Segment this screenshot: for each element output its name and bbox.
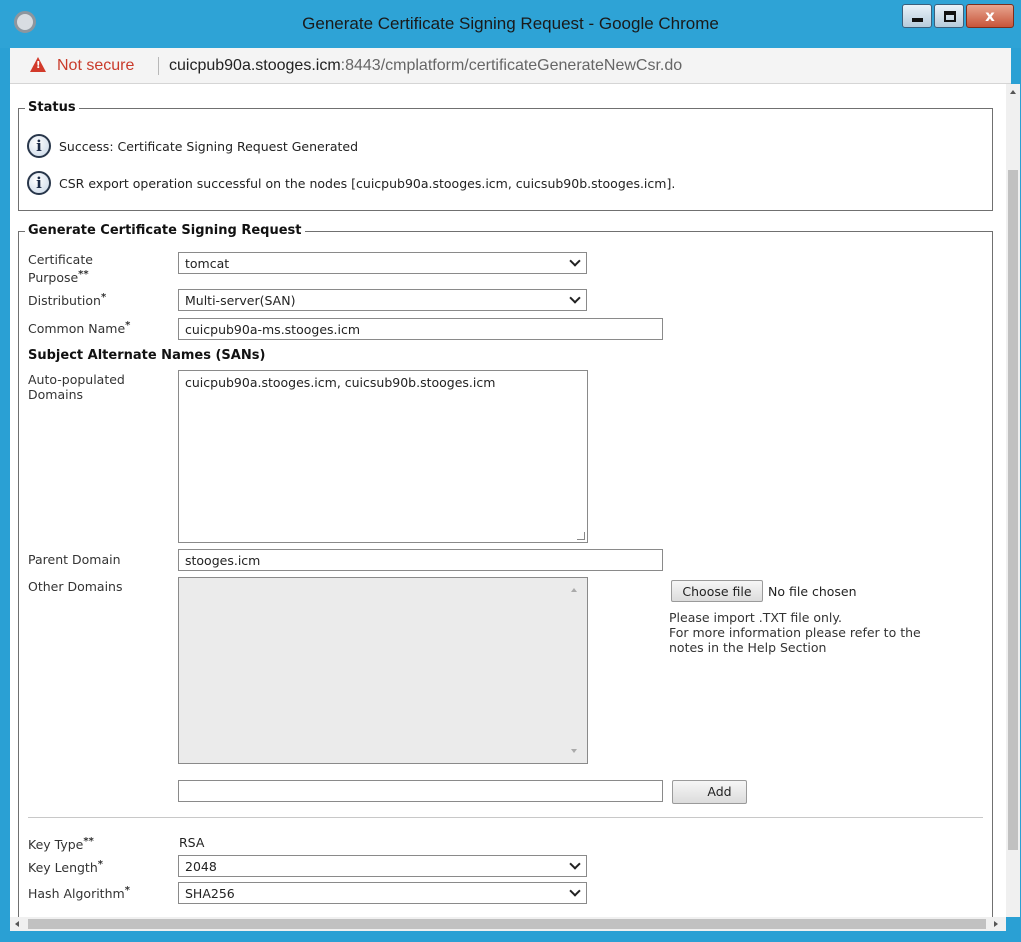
warning-icon[interactable] (30, 57, 46, 72)
hash-algorithm-label: Hash Algorithm* (28, 885, 130, 902)
scroll-right-icon[interactable] (994, 921, 998, 927)
choose-file-button[interactable]: Choose file (671, 580, 763, 602)
hash-algorithm-select[interactable]: SHA256 (178, 882, 587, 904)
security-indicator[interactable]: Not secure (57, 57, 134, 75)
maximize-button[interactable] (934, 4, 964, 28)
maximize-icon (944, 11, 956, 22)
minimize-button[interactable] (902, 4, 932, 28)
url-text[interactable]: cuicpub90a.stooges.icm:8443/cmplatform/c… (169, 57, 682, 75)
common-name-input[interactable]: cuicpub90a-ms.stooges.icm (178, 318, 663, 340)
horizontal-scroll-thumb[interactable] (28, 919, 986, 929)
scroll-up-icon[interactable] (1010, 90, 1016, 94)
url-host: cuicpub90a.stooges.icm (169, 57, 341, 74)
file-status: No file chosen (768, 584, 857, 599)
key-type-label: Key Type** (28, 836, 94, 853)
parent-domain-input[interactable]: stooges.icm (178, 549, 663, 571)
address-bar[interactable]: Not secure cuicpub90a.stooges.icm:8443/c… (10, 48, 1011, 84)
chevron-down-icon (569, 858, 581, 870)
distribution-label: Distribution* (28, 292, 107, 309)
browser-window: Generate Certificate Signing Request - G… (0, 0, 1021, 942)
section-divider (28, 817, 983, 818)
vertical-scroll-thumb[interactable] (1008, 170, 1018, 850)
key-type-value: RSA (179, 835, 205, 850)
info-icon: i (27, 134, 51, 158)
close-button[interactable]: x (966, 4, 1014, 28)
url-path: :8443/cmplatform/certificateGenerateNewC… (340, 57, 683, 74)
status-message: CSR export operation successful on the n… (59, 176, 676, 191)
chevron-down-icon (569, 292, 581, 304)
status-section: Status i Success: Certificate Signing Re… (18, 100, 993, 211)
status-message: Success: Certificate Signing Request Gen… (59, 139, 359, 154)
csr-legend: Generate Certificate Signing Request (25, 223, 305, 238)
san-heading: Subject Alternate Names (SANs) (28, 348, 266, 363)
scroll-left-icon[interactable] (15, 921, 19, 927)
info-icon: i (27, 171, 51, 195)
common-name-label: Common Name* (28, 320, 131, 337)
add-domain-input[interactable] (178, 780, 663, 802)
vertical-scrollbar[interactable] (1006, 84, 1020, 917)
file-help-text: Please import .TXT file only. For more i… (669, 610, 921, 655)
key-length-label: Key Length* (28, 859, 103, 876)
key-length-select[interactable]: 2048 (178, 855, 587, 877)
parent-domain-label: Parent Domain (28, 552, 121, 567)
scroll-up-icon (571, 588, 577, 592)
resize-grip-icon[interactable] (577, 532, 585, 540)
other-domains-textarea (178, 577, 588, 764)
address-divider (158, 57, 159, 75)
csr-section: Generate Certificate Signing Request Cer… (18, 223, 993, 917)
window-title: Generate Certificate Signing Request - G… (302, 14, 719, 33)
other-domains-label: Other Domains (28, 579, 123, 594)
title-bar[interactable]: Generate Certificate Signing Request - G… (0, 0, 1021, 48)
page-content: Status i Success: Certificate Signing Re… (10, 84, 1006, 917)
scroll-down-icon (571, 749, 577, 753)
status-legend: Status (25, 100, 79, 115)
certificate-purpose-select[interactable]: tomcat (178, 252, 587, 274)
chevron-down-icon (569, 255, 581, 267)
certificate-purpose-label: Certificate Purpose** (28, 252, 93, 286)
horizontal-scrollbar[interactable] (10, 917, 1006, 931)
add-button[interactable]: Add (672, 780, 747, 804)
distribution-select[interactable]: Multi-server(SAN) (178, 289, 587, 311)
auto-populated-domains-textarea[interactable]: cuicpub90a.stooges.icm, cuicsub90b.stoog… (178, 370, 588, 543)
auto-populated-domains-label: Auto-populated Domains (28, 372, 125, 402)
minimize-icon (912, 18, 923, 22)
chevron-down-icon (569, 885, 581, 897)
close-icon: x (985, 7, 995, 25)
